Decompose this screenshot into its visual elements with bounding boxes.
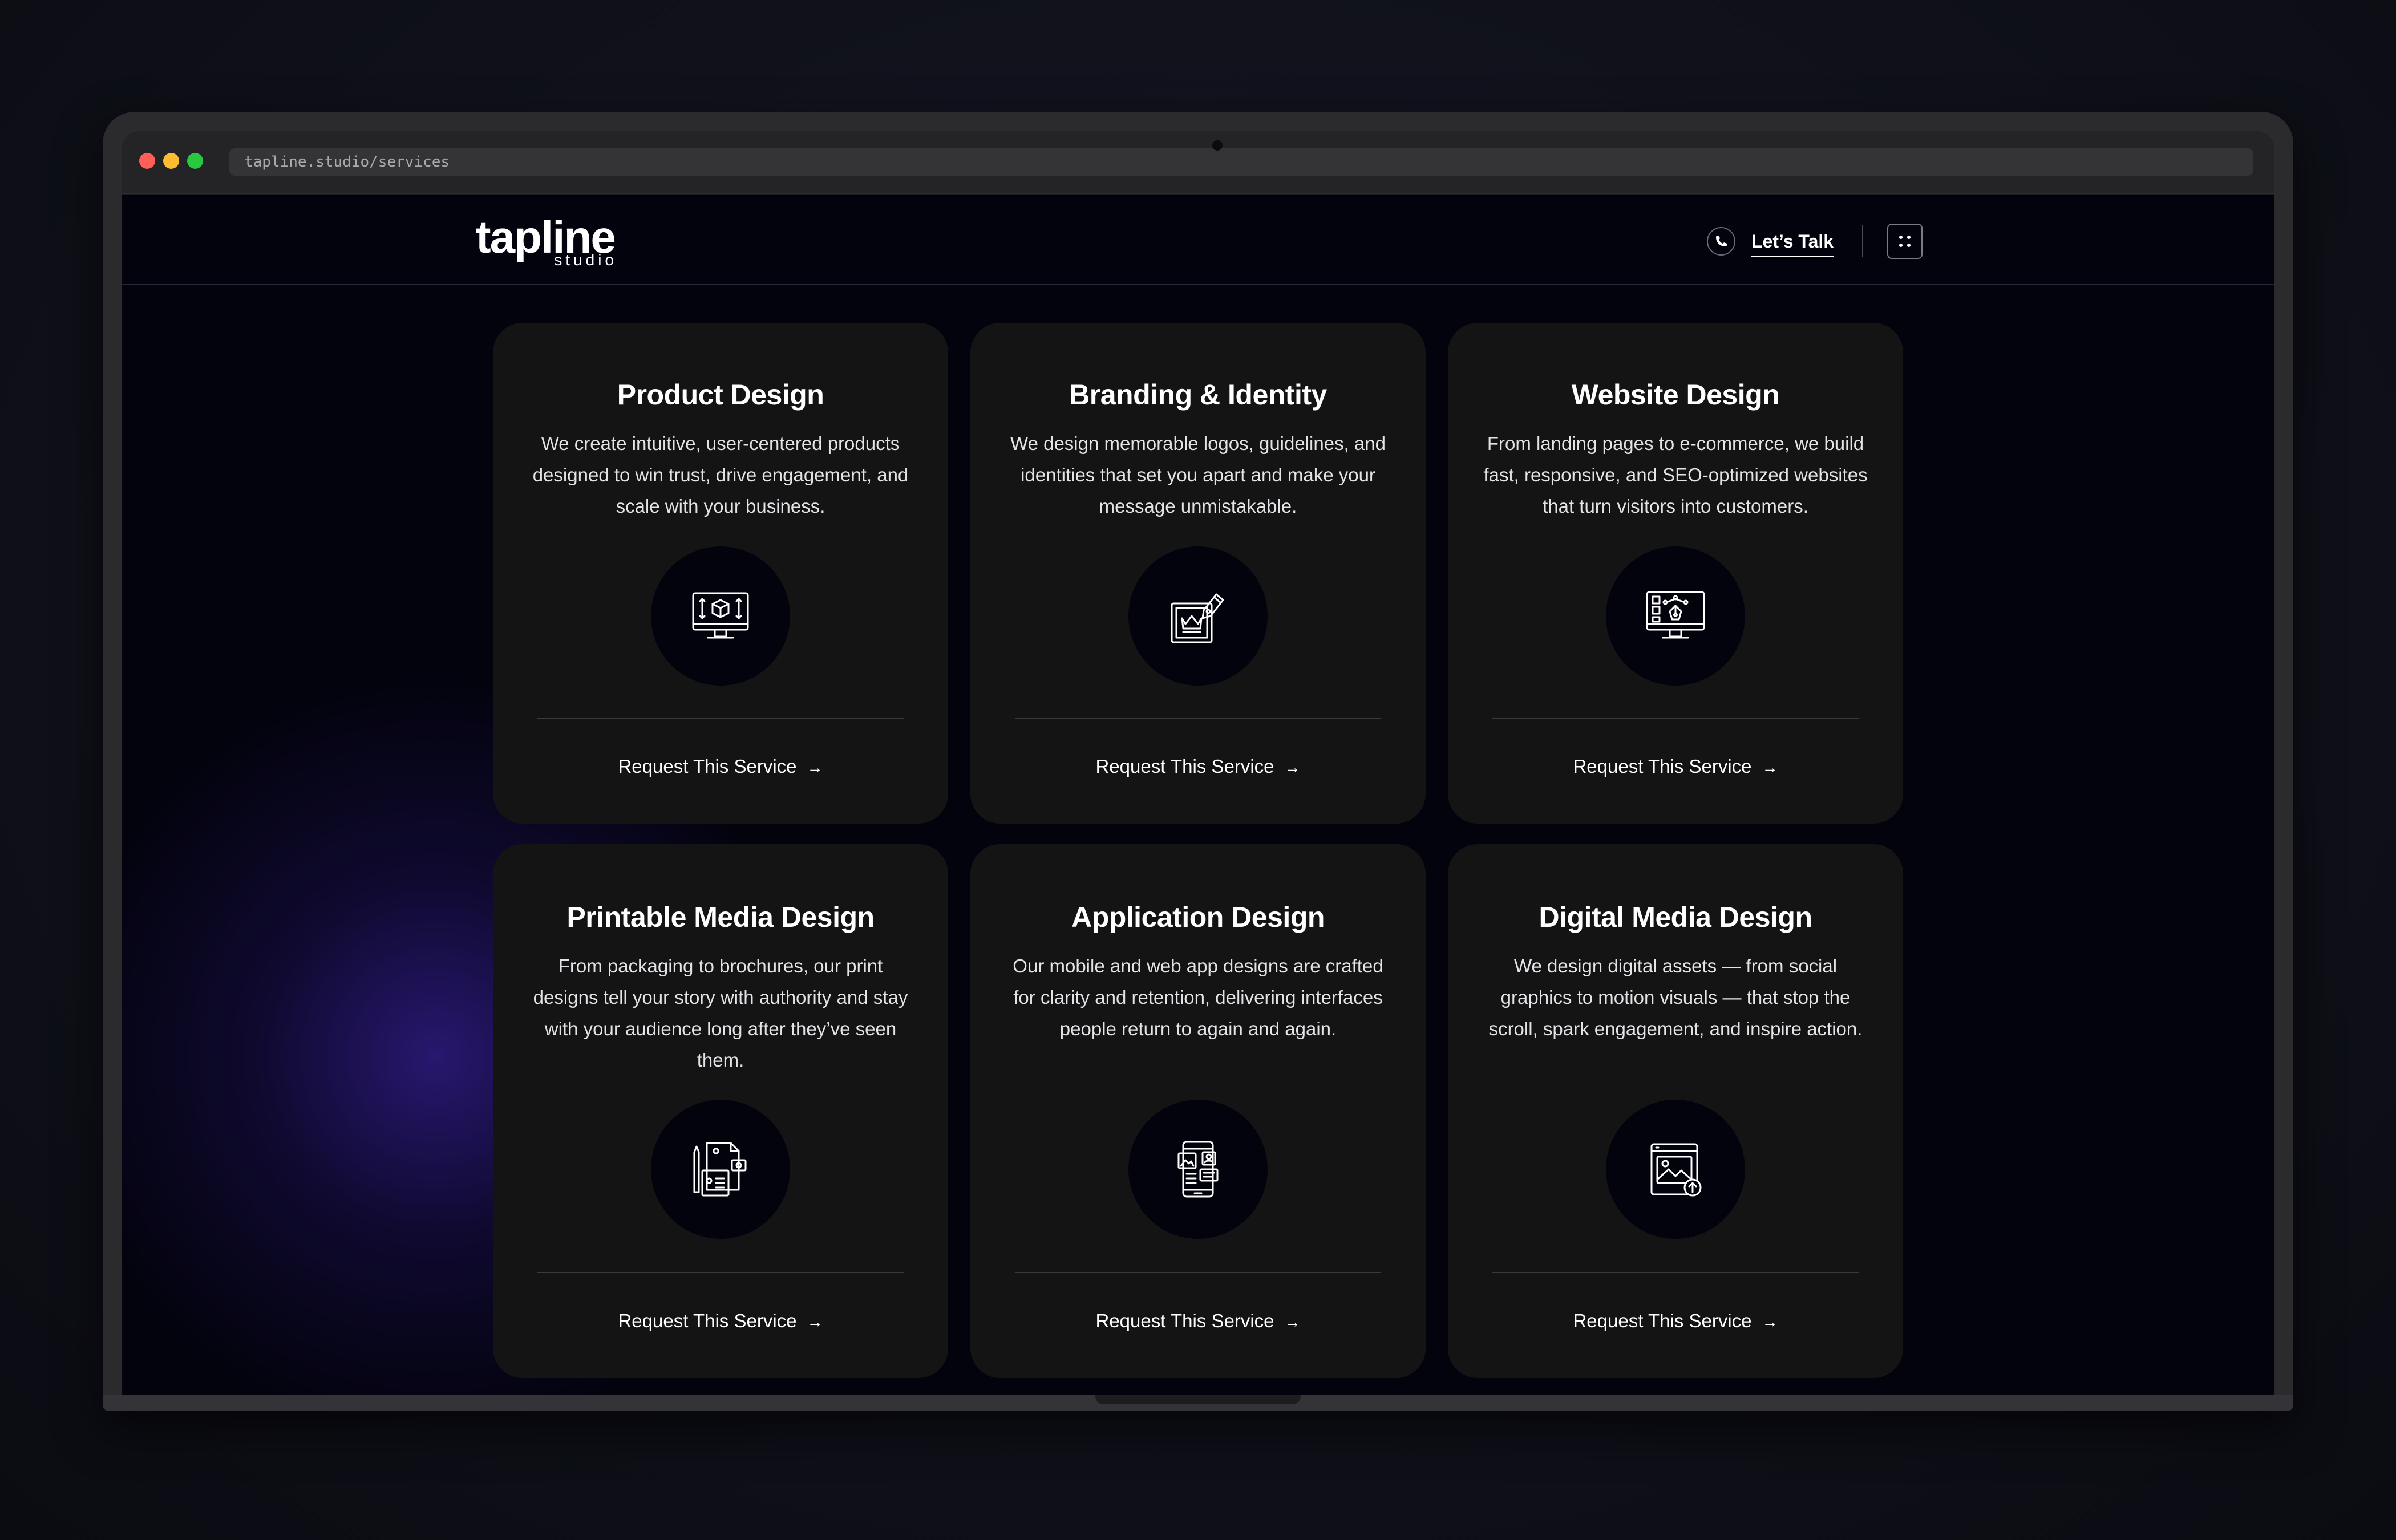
minimize-window-button[interactable] xyxy=(163,153,179,169)
card-icon-badge xyxy=(1128,546,1268,686)
request-service-link[interactable]: Request This Service → xyxy=(493,1308,948,1335)
print-media-icon xyxy=(693,1142,747,1197)
card-divider xyxy=(537,718,904,719)
request-service-link[interactable]: Request This Service → xyxy=(970,754,1426,780)
card-title: Branding & Identity xyxy=(1069,379,1327,411)
request-service-label: Request This Service xyxy=(1095,756,1274,777)
arrow-right-icon: → xyxy=(1762,1313,1778,1331)
card-title: Product Design xyxy=(617,379,824,411)
card-divider xyxy=(1015,718,1381,719)
services-page: tapline studio Let’s Talk Product Design… xyxy=(122,195,2274,1395)
card-title: Digital Media Design xyxy=(1539,901,1812,933)
image-upload-icon xyxy=(1650,1143,1702,1197)
arrow-right-icon: → xyxy=(807,759,823,776)
arrow-right-icon: → xyxy=(1284,1313,1301,1331)
request-service-label: Request This Service xyxy=(618,756,797,777)
service-card-website-design: Website Design From landing pages to e-c… xyxy=(1448,323,1903,824)
monitor-pen-tool-icon xyxy=(1646,591,1705,639)
service-card-product-design: Product Design We create intuitive, user… xyxy=(493,323,948,824)
request-service-label: Request This Service xyxy=(618,1310,797,1331)
request-service-link[interactable]: Request This Service → xyxy=(970,1308,1426,1335)
logo-subtitle: studio xyxy=(554,251,617,269)
service-card-digital-media-design: Digital Media Design We design digital a… xyxy=(1448,844,1903,1378)
card-divider xyxy=(537,1272,904,1273)
card-icon-badge xyxy=(1128,1100,1268,1239)
card-description: We create intuitive, user-centered produ… xyxy=(532,433,909,517)
request-service-label: Request This Service xyxy=(1573,1310,1752,1331)
arrow-right-icon: → xyxy=(1762,759,1778,776)
tapline-logo[interactable]: tapline studio xyxy=(476,214,624,269)
close-window-button[interactable] xyxy=(139,153,155,169)
mobile-app-icon xyxy=(1177,1141,1219,1198)
request-service-link[interactable]: Request This Service → xyxy=(1448,1308,1903,1335)
site-header: tapline studio Let’s Talk xyxy=(122,195,2274,285)
request-service-label: Request This Service xyxy=(1095,1310,1274,1331)
card-description: Our mobile and web app designs are craft… xyxy=(1013,955,1383,1039)
laptop-frame: tapline.studio/services tapline studio L… xyxy=(103,112,2293,1411)
pen-crown-icon xyxy=(1171,593,1224,643)
header-divider xyxy=(1862,225,1863,257)
laptop-notch xyxy=(1095,1395,1301,1404)
card-title: Printable Media Design xyxy=(566,901,875,933)
laptop-screen: tapline.studio/services tapline studio L… xyxy=(122,131,2274,1395)
phone-icon[interactable] xyxy=(1707,227,1735,256)
lets-talk-link[interactable]: Let’s Talk xyxy=(1751,227,1834,257)
card-description: We design memorable logos, guidelines, a… xyxy=(1010,433,1386,517)
card-divider xyxy=(1492,1272,1859,1273)
request-service-link[interactable]: Request This Service → xyxy=(493,754,948,780)
card-icon-badge xyxy=(1606,1100,1745,1239)
card-icon-badge xyxy=(651,1100,790,1239)
card-divider xyxy=(1015,1272,1381,1273)
card-title: Application Design xyxy=(1071,901,1325,933)
maximize-window-button[interactable] xyxy=(187,153,203,169)
grid-dots-icon xyxy=(1899,236,1911,247)
service-card-branding-identity: Branding & Identity We design memorable … xyxy=(970,323,1426,824)
service-card-printable-media-design: Printable Media Design From packaging to… xyxy=(493,844,948,1378)
card-divider xyxy=(1492,718,1859,719)
monitor-cube-icon xyxy=(692,592,749,639)
card-description: From packaging to brochures, our print d… xyxy=(533,955,908,1071)
card-title: Website Design xyxy=(1571,379,1780,411)
address-bar[interactable]: tapline.studio/services xyxy=(229,148,2253,176)
arrow-right-icon: → xyxy=(807,1313,823,1331)
card-icon-badge xyxy=(651,546,790,686)
request-service-label: Request This Service xyxy=(1573,756,1752,777)
service-card-application-design: Application Design Our mobile and web ap… xyxy=(970,844,1426,1378)
request-service-link[interactable]: Request This Service → xyxy=(1448,754,1903,780)
webcam xyxy=(1212,140,1223,151)
card-icon-badge xyxy=(1606,546,1745,686)
menu-grid-button[interactable] xyxy=(1887,224,1923,259)
card-description: From landing pages to e-commerce, we bui… xyxy=(1483,433,1868,517)
card-description: We design digital assets — from social g… xyxy=(1488,955,1863,1039)
browser-toolbar: tapline.studio/services xyxy=(122,131,2274,194)
arrow-right-icon: → xyxy=(1284,759,1301,776)
